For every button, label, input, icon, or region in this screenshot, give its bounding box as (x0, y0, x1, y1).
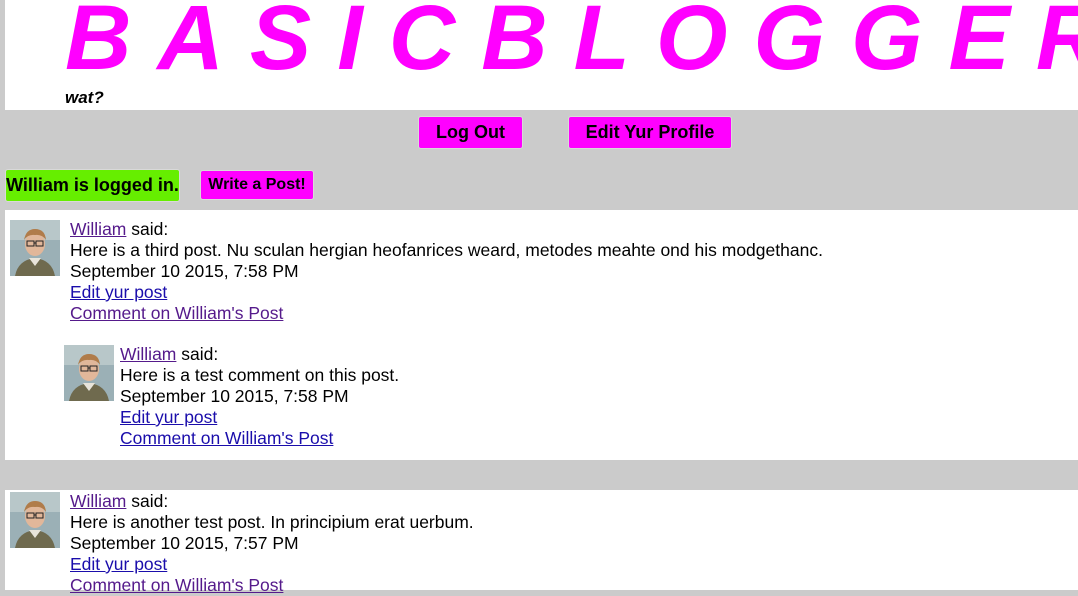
author-link[interactable]: William (70, 491, 126, 511)
edit-post-link[interactable]: Edit yur post (70, 554, 167, 574)
avatar (64, 345, 114, 401)
author-link[interactable]: William (120, 344, 176, 364)
logout-button[interactable]: Log Out (418, 116, 523, 149)
comment-body: Here is a test comment on this post. (120, 365, 400, 385)
site-title: BASICBLOGGER (65, 0, 1078, 89)
avatar (10, 220, 60, 276)
post-timestamp: September 10 2015, 7:57 PM (70, 533, 299, 553)
write-post-button[interactable]: Write a Post! (200, 170, 314, 200)
said-label: said: (131, 219, 169, 239)
comment-text-column: William said: Here is a test comment on … (120, 344, 399, 449)
post-body: Here is another test post. In principium… (70, 512, 474, 532)
site-header: BASICBLOGGER wat? (5, 0, 1078, 110)
edit-post-link[interactable]: Edit yur post (120, 407, 217, 427)
post-text-column: William said: Here is another test post.… (70, 491, 474, 596)
said-label: said: (131, 491, 169, 511)
logged-in-status: William is logged in. (5, 169, 180, 202)
post-text-column: William said: Here is a third post. Nu s… (70, 219, 823, 324)
author-link[interactable]: William (70, 219, 126, 239)
site-tagline: wat? (65, 88, 104, 107)
post-body: Here is a third post. Nu sculan hergian … (70, 240, 823, 260)
said-label: said: (181, 344, 219, 364)
post-card: William said: Here is another test post.… (5, 490, 1078, 595)
edit-post-link[interactable]: Edit yur post (70, 282, 167, 302)
post-timestamp: September 10 2015, 7:58 PM (70, 261, 299, 281)
edit-profile-button[interactable]: Edit Yur Profile (568, 116, 732, 149)
avatar (10, 492, 60, 548)
comment-link[interactable]: Comment on William's Post (70, 575, 283, 595)
comment-timestamp: September 10 2015, 7:58 PM (120, 386, 349, 406)
post-card: William said: Here is a third post. Nu s… (5, 210, 1078, 460)
comment-link[interactable]: Comment on William's Post (120, 428, 333, 448)
comment-link[interactable]: Comment on William's Post (70, 303, 283, 323)
